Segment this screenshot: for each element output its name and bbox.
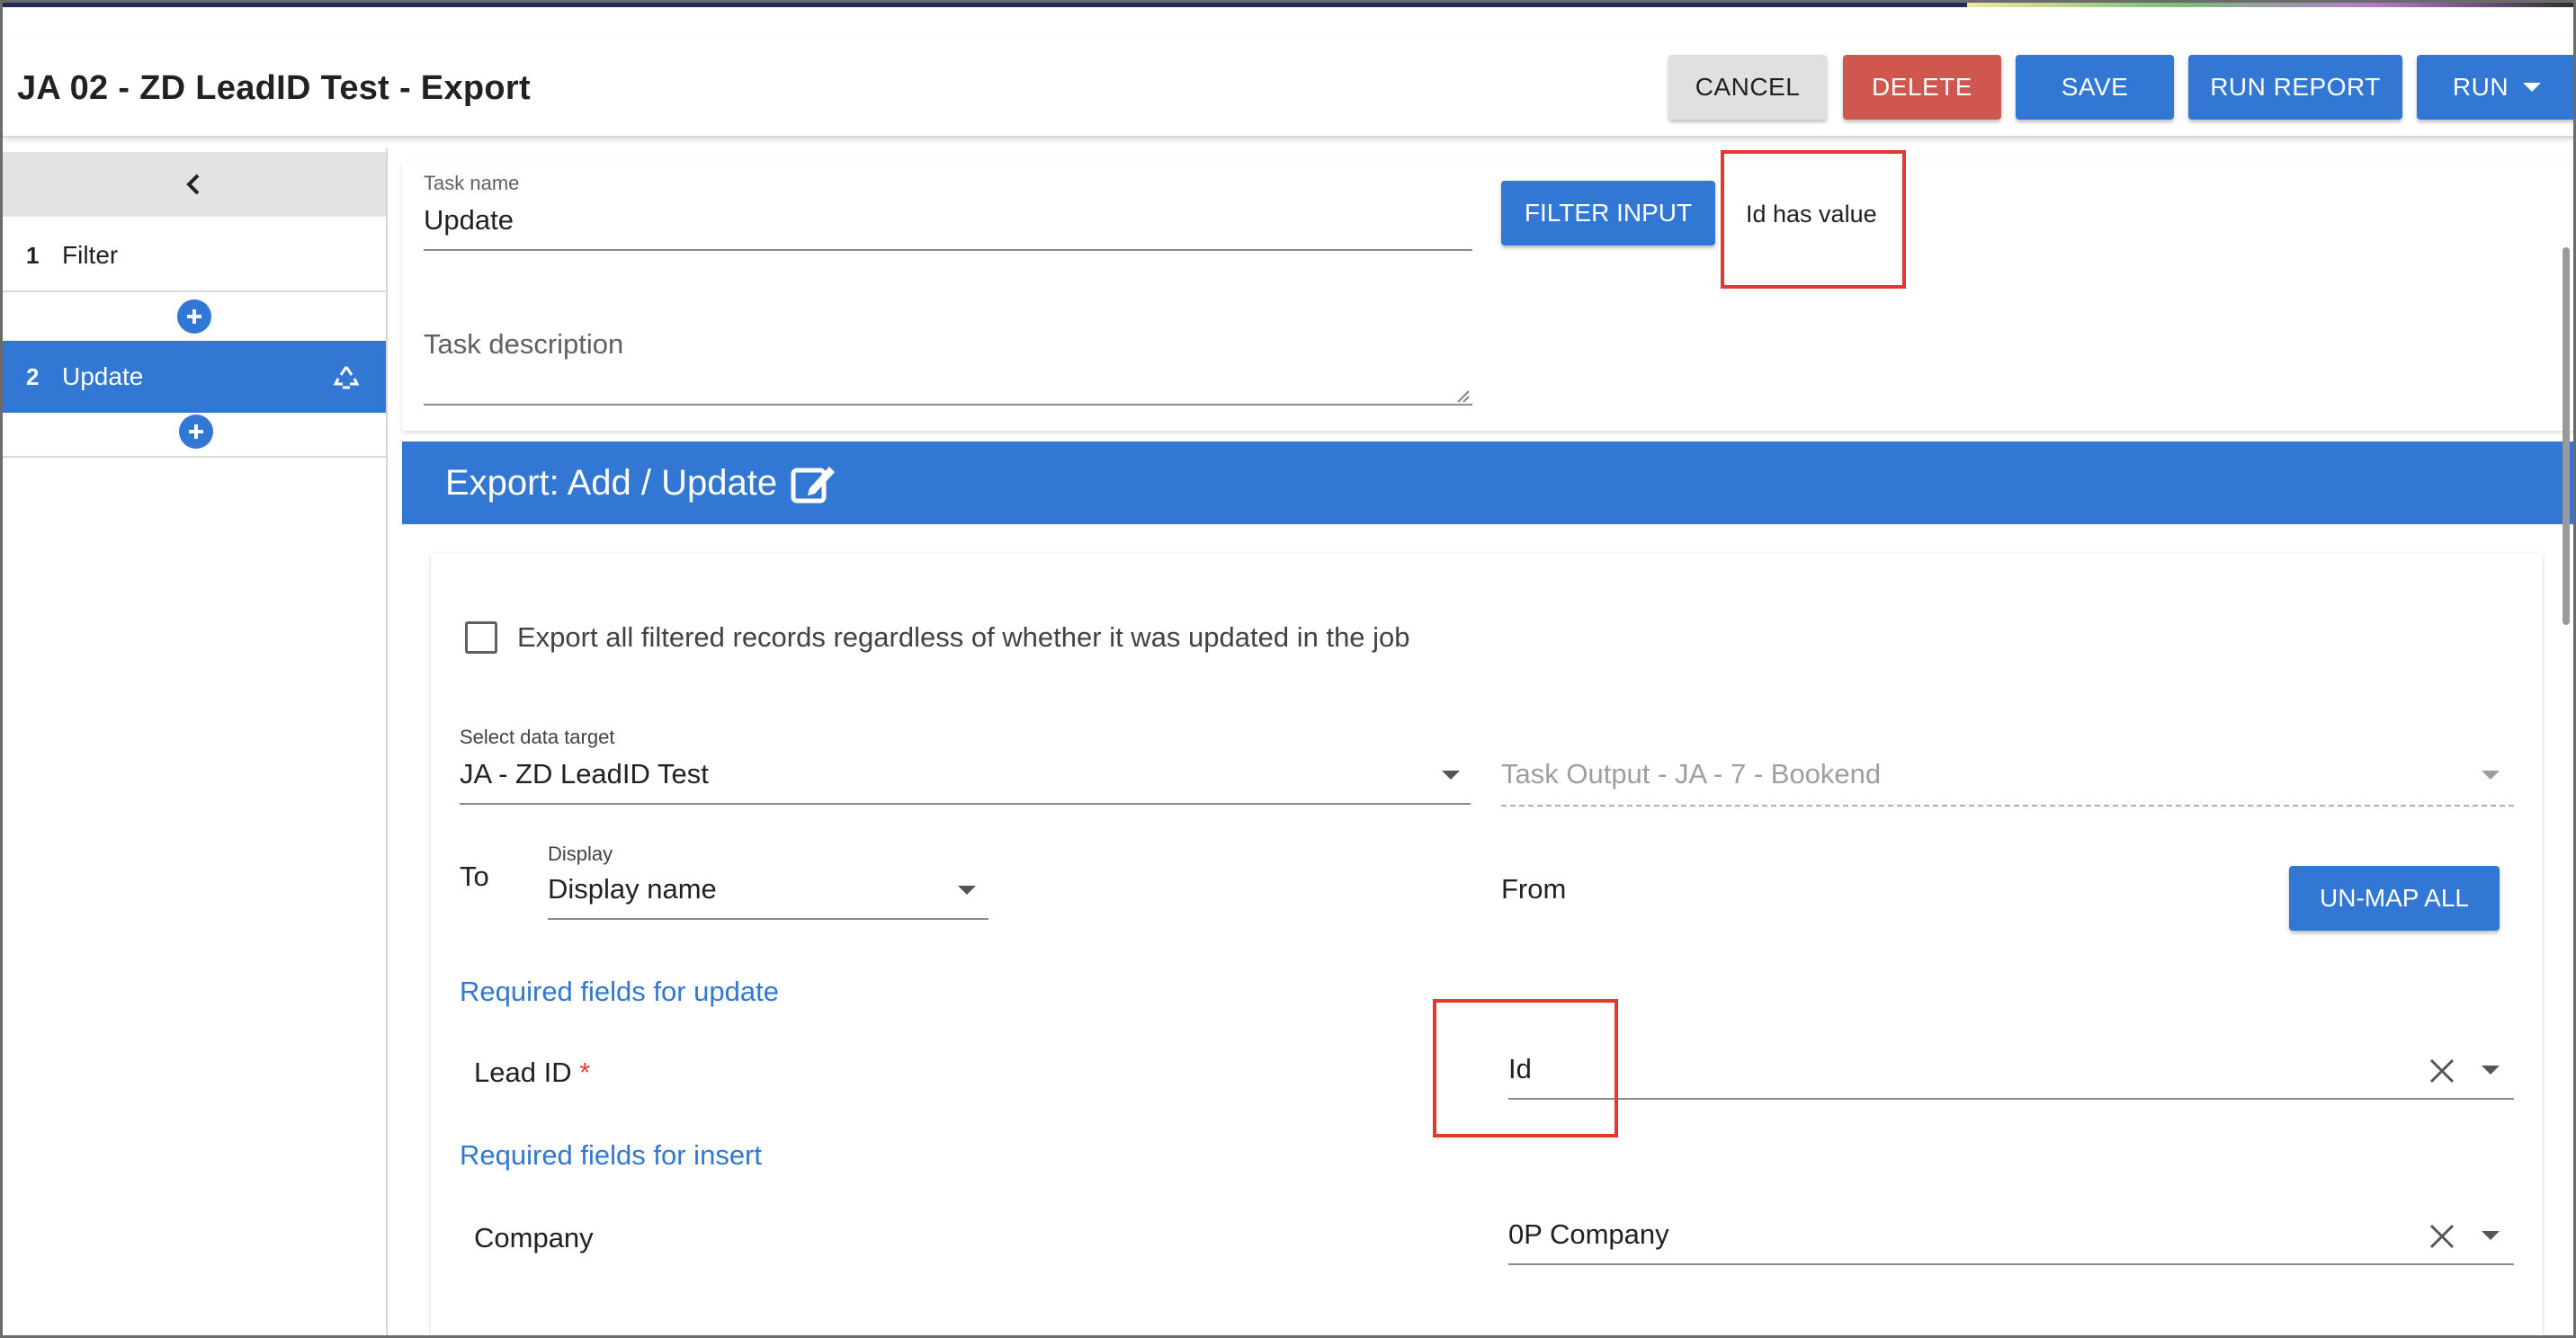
dropdown-arrow-icon[interactable] bbox=[2482, 1066, 2500, 1075]
task-description-input[interactable]: Task description bbox=[424, 328, 623, 361]
task-name-input[interactable]: Update bbox=[424, 204, 514, 236]
run-report-button[interactable]: RUN REPORT bbox=[2188, 55, 2402, 120]
plus-icon bbox=[189, 424, 203, 439]
unmap-all-button[interactable]: UN-MAP ALL bbox=[2289, 866, 2500, 931]
field-to-label: Lead ID bbox=[474, 1057, 572, 1088]
task-name-underline bbox=[424, 249, 1472, 251]
from-label: From bbox=[1501, 873, 1567, 905]
page-title: JA 02 - ZD LeadID Test - Export bbox=[17, 69, 531, 107]
steps-sidebar: 1 Filter 2 Update bbox=[3, 148, 388, 1335]
step-number: 2 bbox=[26, 362, 40, 390]
field-to-lead-id: Lead ID * bbox=[474, 1057, 590, 1089]
add-step-button[interactable] bbox=[177, 299, 211, 334]
to-label: To bbox=[460, 861, 489, 892]
step-label: Update bbox=[62, 362, 144, 390]
dropdown-arrow-icon[interactable] bbox=[2482, 1231, 2500, 1240]
plus-icon bbox=[187, 309, 201, 324]
sidebar-divider bbox=[3, 456, 386, 458]
task-description-underline bbox=[424, 404, 1472, 406]
task-card bbox=[402, 161, 2573, 431]
page-scrollbar[interactable] bbox=[2563, 247, 2570, 625]
sidebar-step-filter[interactable]: 1 Filter bbox=[3, 220, 386, 292]
display-underline bbox=[548, 918, 988, 920]
dropdown-arrow-icon[interactable] bbox=[1442, 771, 1460, 780]
task-name-label: Task name bbox=[424, 172, 520, 194]
delete-button[interactable]: DELETE bbox=[1843, 55, 2001, 120]
export-section-title: Export: Add / Update bbox=[445, 462, 778, 503]
step-label: Filter bbox=[62, 241, 119, 269]
highlight-box bbox=[1721, 150, 1906, 289]
recycle-icon[interactable] bbox=[332, 362, 361, 391]
highlight-box bbox=[1433, 999, 1618, 1137]
required-insert-heading: Required fields for insert bbox=[460, 1139, 762, 1171]
display-label: Display bbox=[548, 843, 613, 865]
resize-handle-icon[interactable] bbox=[1456, 389, 1471, 404]
export-section-header: Export: Add / Update bbox=[402, 442, 2573, 524]
display-select[interactable]: Display name bbox=[548, 873, 717, 905]
dropdown-arrow-icon bbox=[2482, 771, 2500, 780]
clear-icon[interactable] bbox=[2428, 1222, 2456, 1251]
required-marker: * bbox=[579, 1057, 591, 1088]
clear-icon[interactable] bbox=[2428, 1057, 2456, 1085]
filter-input-button[interactable]: FILTER INPUT bbox=[1501, 181, 1715, 245]
run-button[interactable]: RUN bbox=[2417, 55, 2573, 120]
sidebar-step-update[interactable]: 2 Update bbox=[3, 341, 386, 413]
field-from-underline bbox=[1508, 1098, 2514, 1100]
export-mapping-card bbox=[431, 553, 2543, 1335]
source-select: Task Output - JA - 7 - Bookend bbox=[1501, 758, 1882, 789]
app-window: JA 02 - ZD LeadID Test - Export CANCEL D… bbox=[0, 0, 2576, 1338]
dropdown-arrow-icon[interactable] bbox=[958, 886, 976, 895]
field-from-select[interactable]: 0P Company bbox=[1508, 1218, 1669, 1251]
run-button-label: RUN bbox=[2452, 73, 2509, 101]
cancel-button[interactable]: CANCEL bbox=[1668, 55, 1827, 120]
data-target-label: Select data target bbox=[460, 726, 615, 748]
source-underline bbox=[1501, 805, 2514, 807]
export-all-checkbox[interactable] bbox=[465, 621, 497, 654]
top-accent-strip bbox=[3, 3, 2573, 7]
add-step-button[interactable] bbox=[179, 415, 213, 449]
save-button[interactable]: SAVE bbox=[2016, 55, 2174, 120]
field-from-underline bbox=[1508, 1263, 2514, 1265]
data-target-underline bbox=[460, 803, 1471, 805]
required-update-heading: Required fields for update bbox=[460, 976, 780, 1007]
data-target-select[interactable]: JA - ZD LeadID Test bbox=[460, 758, 709, 790]
caret-down-icon bbox=[2523, 83, 2542, 92]
step-number: 1 bbox=[26, 241, 40, 269]
edit-icon[interactable] bbox=[790, 461, 836, 504]
chevron-left-icon bbox=[186, 174, 200, 195]
sidebar-collapse-button[interactable] bbox=[3, 152, 386, 217]
field-to-company: Company bbox=[474, 1222, 594, 1253]
page-header: JA 02 - ZD LeadID Test - Export CANCEL D… bbox=[3, 39, 2573, 138]
export-all-checkbox-label: Export all filtered records regardless o… bbox=[517, 621, 1410, 653]
